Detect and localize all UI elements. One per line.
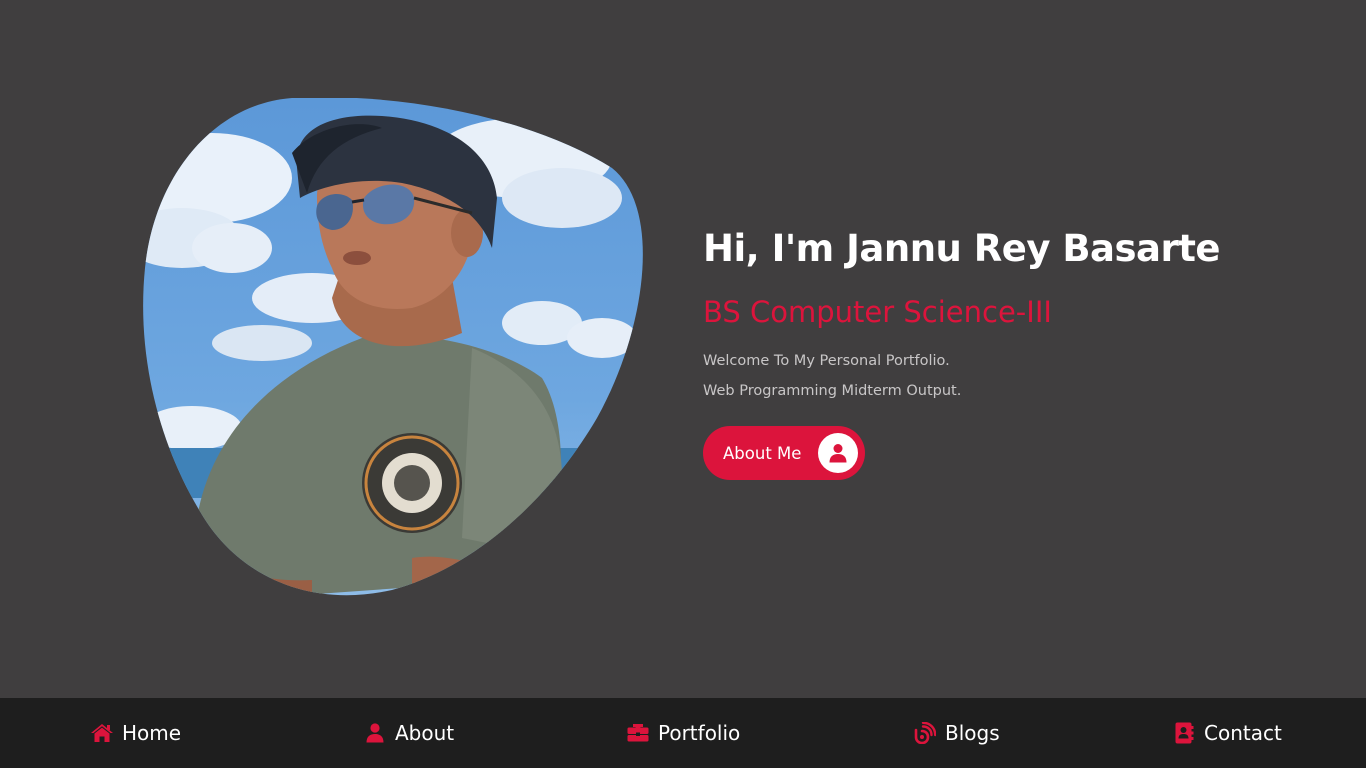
home-icon bbox=[90, 721, 114, 745]
address-book-icon bbox=[1172, 721, 1196, 745]
nav-item-blogs[interactable]: Blogs bbox=[913, 698, 1000, 768]
bottom-navbar: Home About Portfolio Blogs Contact bbox=[0, 698, 1366, 768]
page-title: Hi, I'm Jannu Rey Basarte bbox=[703, 227, 1221, 270]
welcome-text: Welcome To My Personal Portfolio. bbox=[703, 353, 950, 369]
subtitle: BS Computer Science-III bbox=[703, 295, 1052, 329]
profile-photo bbox=[142, 98, 644, 600]
nav-item-label: Blogs bbox=[945, 721, 1000, 745]
nav-item-home[interactable]: Home bbox=[90, 698, 181, 768]
briefcase-icon bbox=[626, 721, 650, 745]
blog-icon bbox=[913, 721, 937, 745]
about-me-button-label: About Me bbox=[723, 443, 802, 463]
about-me-button[interactable]: About Me bbox=[703, 426, 865, 480]
nav-item-label: Contact bbox=[1204, 721, 1282, 745]
description-text: Web Programming Midterm Output. bbox=[703, 383, 962, 399]
nav-item-about[interactable]: About bbox=[363, 698, 454, 768]
hero-section: Hi, I'm Jannu Rey Basarte BS Computer Sc… bbox=[0, 0, 1366, 698]
nav-item-label: Home bbox=[122, 721, 182, 745]
nav-item-portfolio[interactable]: Portfolio bbox=[626, 698, 740, 768]
nav-item-label: Portfolio bbox=[658, 721, 741, 745]
user-icon bbox=[363, 721, 387, 745]
nav-item-contact[interactable]: Contact bbox=[1172, 698, 1282, 768]
intro-block: Hi, I'm Jannu Rey Basarte BS Computer Sc… bbox=[703, 224, 1323, 480]
nav-item-label: About bbox=[395, 721, 455, 745]
user-icon bbox=[818, 433, 858, 473]
